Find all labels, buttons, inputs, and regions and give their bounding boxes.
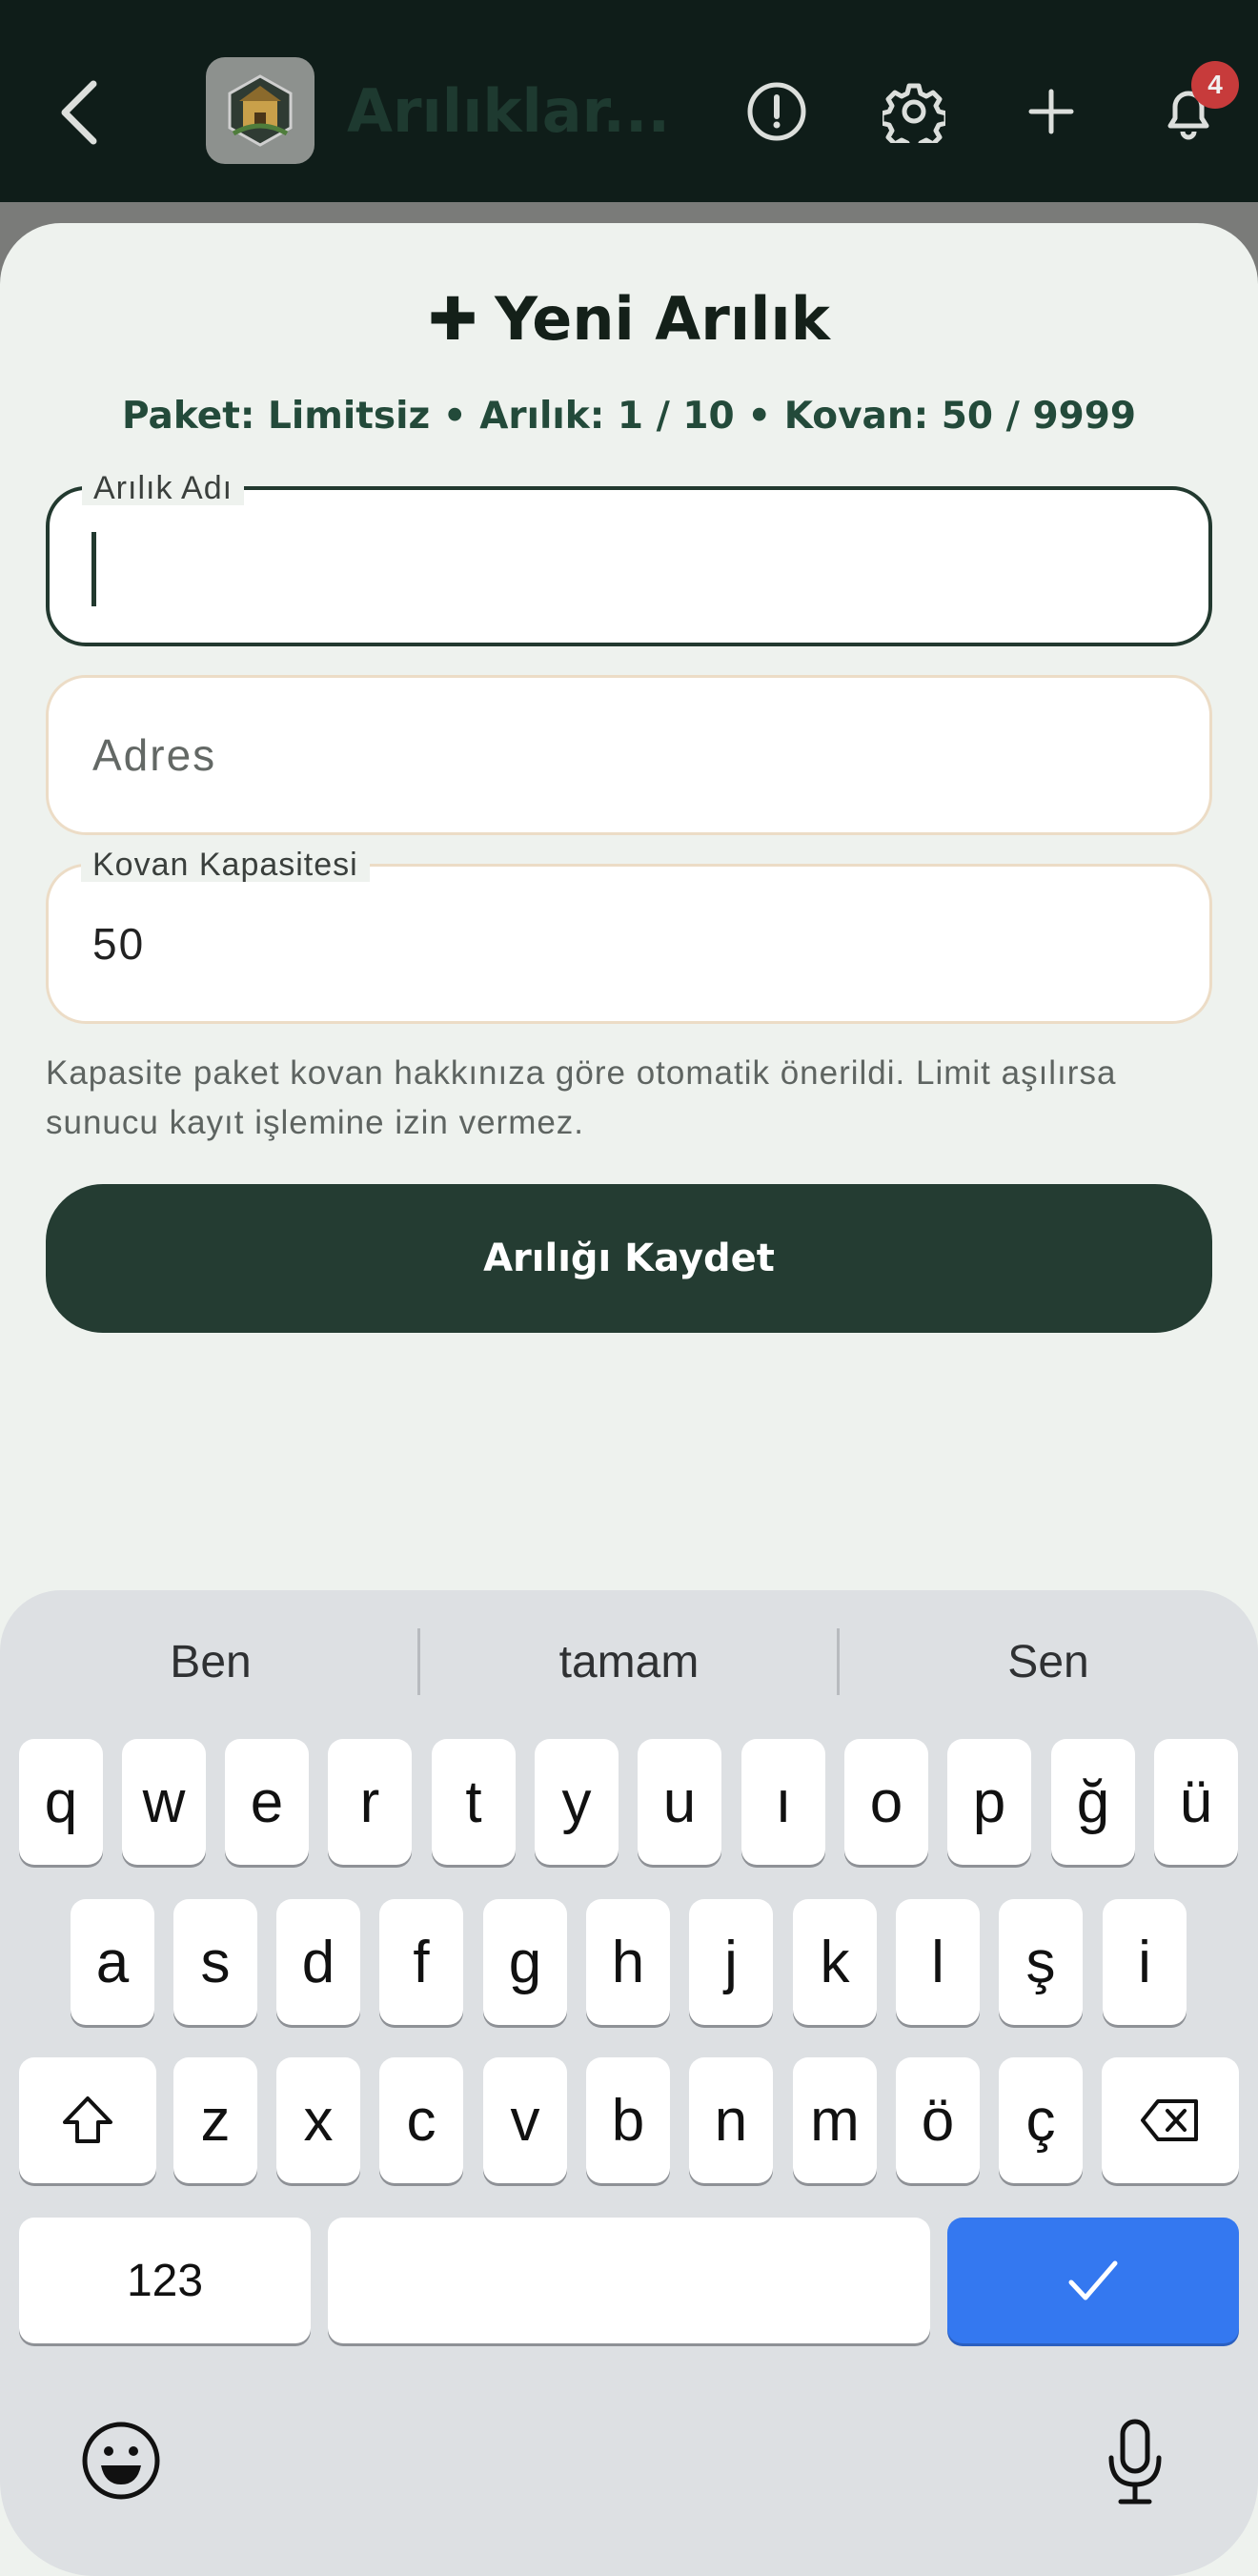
- key[interactable]: x: [276, 2057, 360, 2183]
- info-button[interactable]: [745, 80, 808, 143]
- key[interactable]: u: [638, 1739, 721, 1865]
- key[interactable]: z: [173, 2057, 257, 2183]
- key[interactable]: ş: [999, 1899, 1083, 2025]
- key[interactable]: y: [535, 1739, 619, 1865]
- notification-badge: 4: [1191, 61, 1239, 109]
- apiary-name-field[interactable]: Arılık Adı: [46, 471, 1212, 646]
- key[interactable]: q: [19, 1739, 103, 1865]
- key[interactable]: t: [432, 1739, 516, 1865]
- address-placeholder: Adres: [92, 730, 217, 780]
- address-field[interactable]: Adres: [46, 675, 1212, 835]
- page-title: Arılıklar...: [347, 76, 671, 146]
- key[interactable]: ö: [896, 2057, 980, 2183]
- back-button[interactable]: [53, 74, 107, 151]
- key[interactable]: ü: [1154, 1739, 1238, 1865]
- space-key[interactable]: [328, 2218, 930, 2343]
- key[interactable]: o: [844, 1739, 928, 1865]
- hive-capacity-value: 50: [92, 919, 146, 969]
- key[interactable]: s: [173, 1899, 257, 2025]
- hive-capacity-field[interactable]: Kovan Kapasitesi 50: [46, 848, 1212, 1024]
- apiary-name-label: Arılık Adı: [82, 471, 245, 505]
- key[interactable]: v: [483, 2057, 567, 2183]
- quota-summary: Paket: Limitsiz • Arılık: 1 / 10 • Kovan…: [122, 395, 1136, 438]
- numbers-key[interactable]: 123: [19, 2218, 311, 2343]
- alert-circle-icon: [747, 82, 806, 141]
- key[interactable]: g: [483, 1899, 567, 2025]
- app-bar: Arılıklar... 4: [0, 0, 1258, 202]
- key[interactable]: ı: [741, 1739, 825, 1865]
- gear-icon: [879, 83, 949, 153]
- add-button[interactable]: [1020, 80, 1083, 143]
- sheet-title-text: Yeni Arılık: [495, 284, 830, 354]
- suggestion-1[interactable]: Ben: [2, 1590, 419, 1733]
- suggestion-2[interactable]: tamam: [420, 1590, 838, 1733]
- key[interactable]: h: [586, 1899, 670, 2025]
- chevron-left-icon: [61, 80, 97, 145]
- backspace-icon: [1141, 2099, 1198, 2141]
- key[interactable]: l: [896, 1899, 980, 2025]
- suggestion-3[interactable]: Sen: [840, 1590, 1257, 1733]
- key[interactable]: ç: [999, 2057, 1083, 2183]
- suggestion-bar: Ben tamam Sen: [0, 1590, 1258, 1733]
- shift-key[interactable]: [19, 2057, 156, 2183]
- shift-icon: [63, 2096, 112, 2143]
- key[interactable]: m: [793, 2057, 877, 2183]
- on-screen-keyboard: Ben tamam Sen q w e r t y u ı o p ğ ü a …: [0, 1590, 1258, 2576]
- key[interactable]: c: [379, 2057, 463, 2183]
- apiary-logo-icon: [228, 74, 293, 147]
- capacity-hint: Kapasite paket kovan hakkınıza göre otom…: [46, 1054, 1117, 1141]
- settings-button[interactable]: [879, 80, 949, 153]
- backspace-key[interactable]: [1102, 2057, 1239, 2183]
- key[interactable]: r: [328, 1739, 412, 1865]
- emoji-button[interactable]: [78, 2418, 164, 2504]
- microphone-icon: [1108, 2419, 1162, 2504]
- key[interactable]: n: [689, 2057, 773, 2183]
- text-caret: [91, 532, 96, 606]
- plus-icon: [1028, 89, 1074, 134]
- done-key[interactable]: [947, 2218, 1239, 2343]
- app-logo: [206, 57, 314, 164]
- microphone-button[interactable]: [1092, 2414, 1178, 2509]
- key[interactable]: a: [71, 1899, 154, 2025]
- key[interactable]: i: [1103, 1899, 1187, 2025]
- key[interactable]: k: [793, 1899, 877, 2025]
- plus-icon: ✚: [428, 284, 478, 354]
- save-apiary-button[interactable]: Arılığı Kaydet: [46, 1184, 1212, 1333]
- key[interactable]: p: [947, 1739, 1031, 1865]
- key[interactable]: j: [689, 1899, 773, 2025]
- key[interactable]: d: [276, 1899, 360, 2025]
- emoji-icon: [82, 2422, 160, 2500]
- key[interactable]: b: [586, 2057, 670, 2183]
- key[interactable]: f: [379, 1899, 463, 2025]
- key[interactable]: ğ: [1051, 1739, 1135, 1865]
- key[interactable]: w: [122, 1739, 206, 1865]
- checkmark-icon: [1068, 2260, 1118, 2300]
- sheet-title: ✚ Yeni Arılık: [0, 284, 1258, 354]
- key[interactable]: e: [225, 1739, 309, 1865]
